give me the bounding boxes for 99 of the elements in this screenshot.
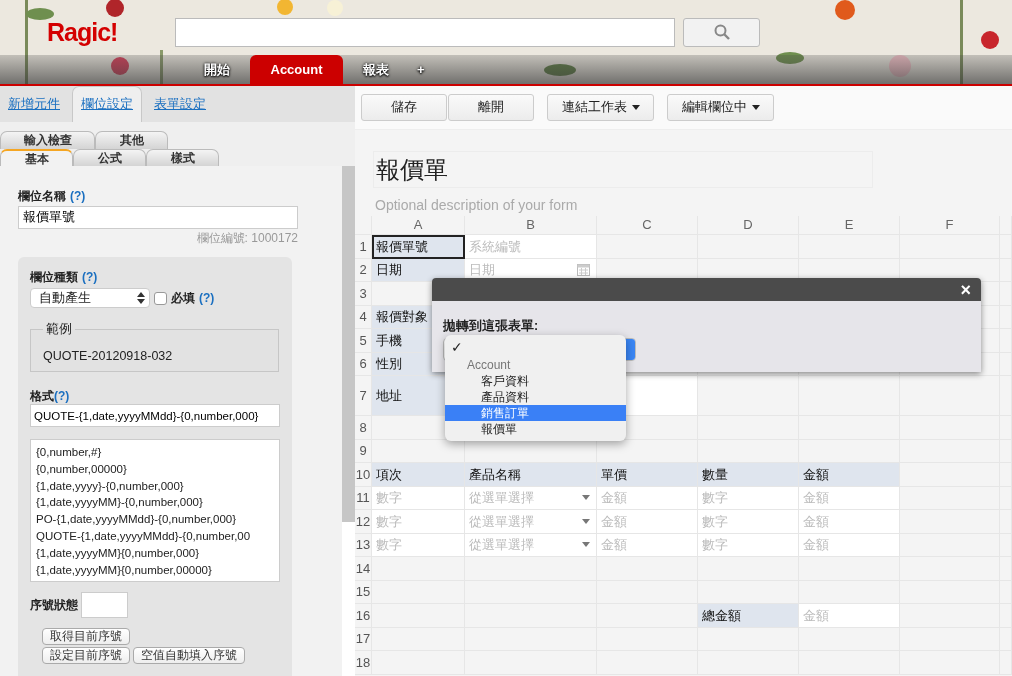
row-number: 3 [355,282,372,306]
grid-cell[interactable] [900,580,1000,604]
row-number: 16 [355,604,372,628]
search-button[interactable] [683,17,760,47]
description-field[interactable]: Optional description of your form [373,194,873,216]
example-value: QUOTE-20120918-032 [43,348,174,365]
select-field[interactable]: 自動產生 [30,288,150,308]
action-button[interactable]: 取得目前序號 [42,628,130,645]
field-label: 格式 [30,387,54,405]
format-option[interactable]: QUOTE-{1,date,yyyyMMdd}-{0,number,00 [36,528,274,545]
grid-cell[interactable] [900,627,1000,651]
logo[interactable]: Ragic! [47,17,175,47]
grid-cell[interactable] [799,376,900,416]
help-link[interactable]: (?) [82,267,98,286]
menu-item[interactable]: 報價單 [445,421,626,437]
panel-tab[interactable]: 新增元件 [2,89,66,122]
calendar-icon[interactable] [577,263,590,277]
form-title[interactable]: 報價單 [373,151,873,188]
grid-cell[interactable] [698,557,799,581]
text-field[interactable]: 報價單號 [18,206,298,229]
caret-icon [582,542,590,548]
dropdown-button[interactable]: 連結工作表 [547,94,654,121]
column-header[interactable]: C [597,216,698,235]
field-label[interactable]: 單價 [597,463,698,487]
grid-cell[interactable] [900,510,1000,534]
row-number: 8 [355,416,372,440]
field-label[interactable]: 金額 [799,463,900,487]
grid-cell[interactable] [597,235,698,259]
menu-group-label: Account [466,357,512,373]
serial-field[interactable] [81,592,128,618]
format-list[interactable] [30,439,280,582]
search-icon [713,24,730,40]
grid-cell[interactable] [355,216,372,235]
grid-cell[interactable] [799,557,900,581]
format-option[interactable]: {1,date,yyyy}-{0,number,000} [36,477,274,495]
caret-icon [631,105,640,110]
toolbar-button[interactable]: 離開 [448,94,534,121]
format-option[interactable]: {0,number,#} [36,444,274,461]
row-number: 14 [355,557,372,581]
format-field[interactable]: QUOTE-{1,date,yyyyMMdd}-{0,number,000} [30,404,280,427]
format-option[interactable]: {1,date,yyyyMM}-{0,number,000} [36,494,274,512]
grid-cell[interactable] [372,557,465,581]
checkbox-label: 必填 [171,290,195,307]
row-number: 17 [355,627,372,651]
field-label: 欄位種類 [30,268,78,286]
nav-tab[interactable]: Account [250,55,343,84]
row-number: 18 [355,651,372,675]
field-label[interactable]: 報價單號 [372,235,465,259]
close-button[interactable]: × [958,280,973,299]
grid-cell[interactable] [900,604,1000,628]
example-legend: 範例 [43,322,75,336]
field-label: 欄位名稱 [18,187,66,205]
grid-cell[interactable] [698,627,799,651]
column-header[interactable]: F [900,216,1000,235]
format-option[interactable]: {1,date,yyyyMM}{0,number,000} [36,544,274,562]
grid-cell[interactable] [698,416,799,440]
caret-icon [751,105,760,110]
grid-cell[interactable] [900,463,1000,487]
grid-cell[interactable] [900,376,1000,416]
sub-tab[interactable]: 輸入檢查 [0,131,95,149]
grid-cell[interactable] [597,557,698,581]
grid-cell[interactable] [900,557,1000,581]
column-header[interactable]: D [698,216,799,235]
grid-cell[interactable] [900,486,1000,510]
caret-icon [582,518,590,524]
caret-icon [582,495,590,501]
search-field[interactable] [175,17,675,47]
help-link[interactable]: (?) [70,186,86,205]
grid-cell[interactable] [900,533,1000,557]
row-number: 9 [355,439,372,463]
action-button[interactable]: 空值自動填入序號 [133,647,245,664]
scrollbar-thumb[interactable] [342,166,355,522]
dropdown-button[interactable]: 編輯欄位中 [667,94,774,121]
field-id: 欄位編號: 1000172 [195,231,298,245]
field-label[interactable]: 數量 [698,463,799,487]
format-option[interactable]: PO-{1,date,yyyyMMdd}-{0,number,000} [36,511,274,528]
row-number: 15 [355,580,372,604]
format-option[interactable]: {0,number,00000} [36,460,274,478]
help-link[interactable]: (?) [199,289,215,307]
help-link[interactable]: (?) [54,386,70,405]
panel-tab[interactable]: 欄位設定 [72,86,142,122]
grid-cell[interactable] [799,627,900,651]
grid-cell[interactable] [465,557,597,581]
sub-tab[interactable]: 樣式 [146,148,219,166]
action-button[interactable]: 設定目前序號 [42,647,130,664]
column-header[interactable]: E [799,216,900,235]
checkbox[interactable] [154,291,167,305]
menu-item[interactable]: 銷售訂單 [445,405,626,421]
sub-tab[interactable]: 其他 [95,131,168,149]
panel-tab[interactable]: 表單設定 [148,89,212,122]
field-label[interactable]: 產品名稱 [465,463,597,487]
scrollbar[interactable] [342,166,355,676]
toolbar-button[interactable]: 儲存 [361,94,447,121]
format-option[interactable]: {1,date,yyyyMM}{0,number,00000} [36,561,274,579]
field-label: 序號狀態 [30,597,78,614]
field-label[interactable]: 總金額 [698,604,799,628]
grid-cell[interactable] [698,376,799,416]
updown-icon [137,292,145,304]
field-label[interactable]: 項次 [372,463,465,487]
